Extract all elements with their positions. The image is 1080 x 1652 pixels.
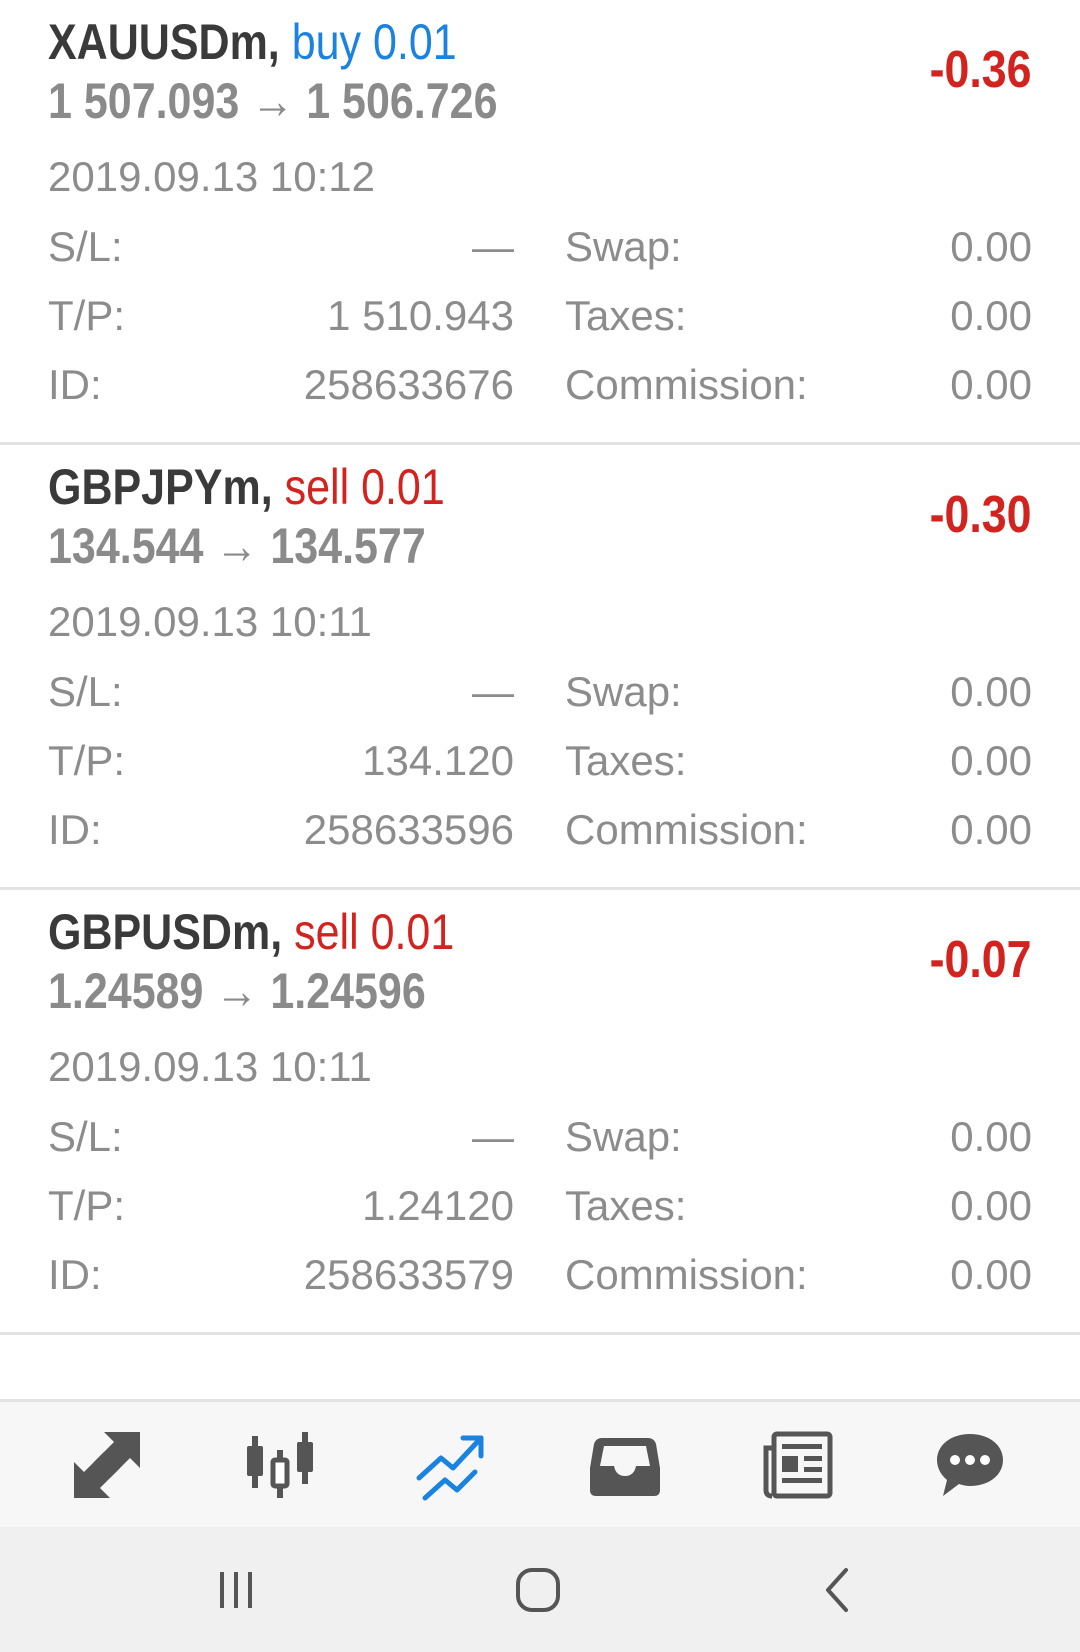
trade-side: sell 0.01 [284,459,445,515]
trade-row-sl-swap: S/L: — Swap: 0.00 [0,219,1080,275]
swap-label: Swap: [565,1113,682,1160]
trade-row-id-commission: ID: 258633596 Commission: 0.00 [0,802,1080,858]
commission-value: 0.00 [950,806,1032,853]
swap-value: 0.00 [950,668,1032,715]
tp-value: 1 510.943 [327,292,514,339]
trade-icon [416,1435,484,1501]
trade-row-tp-taxes: T/P: 134.120 Taxes: 0.00 [0,733,1080,789]
quotes-icon [74,1432,140,1498]
trade-row-sl-swap: S/L: — Swap: 0.00 [0,1109,1080,1165]
tp-value: 1.24120 [362,1182,514,1229]
back-icon [826,1568,848,1612]
commission-label: Commission: [565,806,808,853]
id-value: 258633676 [303,361,514,408]
history-tab[interactable] [580,1420,670,1510]
sl-label: S/L: [48,223,123,270]
trade-item[interactable]: XAUUSDm, buy 0.01 1 507.093 → 1 506.726 … [0,0,1080,445]
trade-time: 2019.09.13 10:11 [48,598,372,645]
trade-prices: 1 507.093 → 1 506.726 [48,73,498,129]
trade-side: sell 0.01 [294,904,455,960]
sl-label: S/L: [48,668,123,715]
swap-label: Swap: [565,223,682,270]
commission-value: 0.00 [950,1251,1032,1298]
id-value: 258633596 [303,806,514,853]
chart-tab[interactable] [235,1420,325,1510]
home-button[interactable] [493,1545,583,1635]
commission-value: 0.00 [950,361,1032,408]
trade-profit: -0.07 [930,931,1032,989]
recent-apps-button[interactable] [191,1545,281,1635]
trade-symbol: GBPUSDm, [48,904,283,960]
back-button[interactable] [795,1545,885,1635]
history-icon [590,1438,660,1496]
sl-label: S/L: [48,1113,123,1160]
news-icon [763,1431,833,1499]
chart-icon [247,1432,313,1498]
taxes-value: 0.00 [950,1182,1032,1229]
tp-label: T/P: [48,1182,126,1229]
id-label: ID: [48,1251,102,1298]
taxes-value: 0.00 [950,737,1032,784]
trade-time: 2019.09.13 10:12 [48,153,375,200]
id-label: ID: [48,806,102,853]
id-label: ID: [48,361,102,408]
home-icon [516,1568,560,1612]
bottom-toolbar [0,1399,1080,1527]
trade-prices: 134.544 → 134.577 [48,518,426,574]
chat-tab[interactable] [925,1420,1015,1510]
tp-value: 134.120 [362,737,514,784]
trade-symbol: XAUUSDm, [48,14,280,70]
trade-header: GBPUSDm, sell 0.01 [48,902,454,962]
trade-row-tp-taxes: T/P: 1.24120 Taxes: 0.00 [0,1178,1080,1234]
taxes-value: 0.00 [950,292,1032,339]
quotes-tab[interactable] [62,1420,152,1510]
tp-label: T/P: [48,292,126,339]
taxes-label: Taxes: [565,1182,687,1229]
taxes-label: Taxes: [565,292,687,339]
trade-profit: -0.30 [930,486,1032,544]
trade-time: 2019.09.13 10:11 [48,1043,372,1090]
trade-prices: 1.24589 → 1.24596 [48,963,426,1019]
trade-header: GBPJPYm, sell 0.01 [48,457,445,517]
sl-value: — [472,223,514,270]
news-tab[interactable] [752,1420,842,1510]
trade-header: XAUUSDm, buy 0.01 [48,12,457,72]
system-navigation-bar [0,1527,1080,1652]
recent-apps-icon [220,1572,252,1608]
trade-row-sl-swap: S/L: — Swap: 0.00 [0,664,1080,720]
trade-row-id-commission: ID: 258633676 Commission: 0.00 [0,357,1080,413]
trade-row-tp-taxes: T/P: 1 510.943 Taxes: 0.00 [0,288,1080,344]
tp-label: T/P: [48,737,126,784]
trade-symbol: GBPJPYm, [48,459,273,515]
swap-label: Swap: [565,668,682,715]
sl-value: — [472,1113,514,1160]
commission-label: Commission: [565,1251,808,1298]
trade-tab[interactable] [407,1420,497,1510]
trade-side: buy 0.01 [291,14,457,70]
commission-label: Commission: [565,361,808,408]
sl-value: — [472,668,514,715]
swap-value: 0.00 [950,223,1032,270]
taxes-label: Taxes: [565,737,687,784]
chat-icon [937,1434,1003,1496]
trade-item[interactable]: GBPJPYm, sell 0.01 134.544 → 134.577 -0.… [0,445,1080,890]
trade-profit: -0.36 [930,41,1032,99]
swap-value: 0.00 [950,1113,1032,1160]
trade-row-id-commission: ID: 258633579 Commission: 0.00 [0,1247,1080,1303]
id-value: 258633579 [303,1251,514,1298]
trade-item[interactable]: GBPUSDm, sell 0.01 1.24589 → 1.24596 -0.… [0,890,1080,1335]
